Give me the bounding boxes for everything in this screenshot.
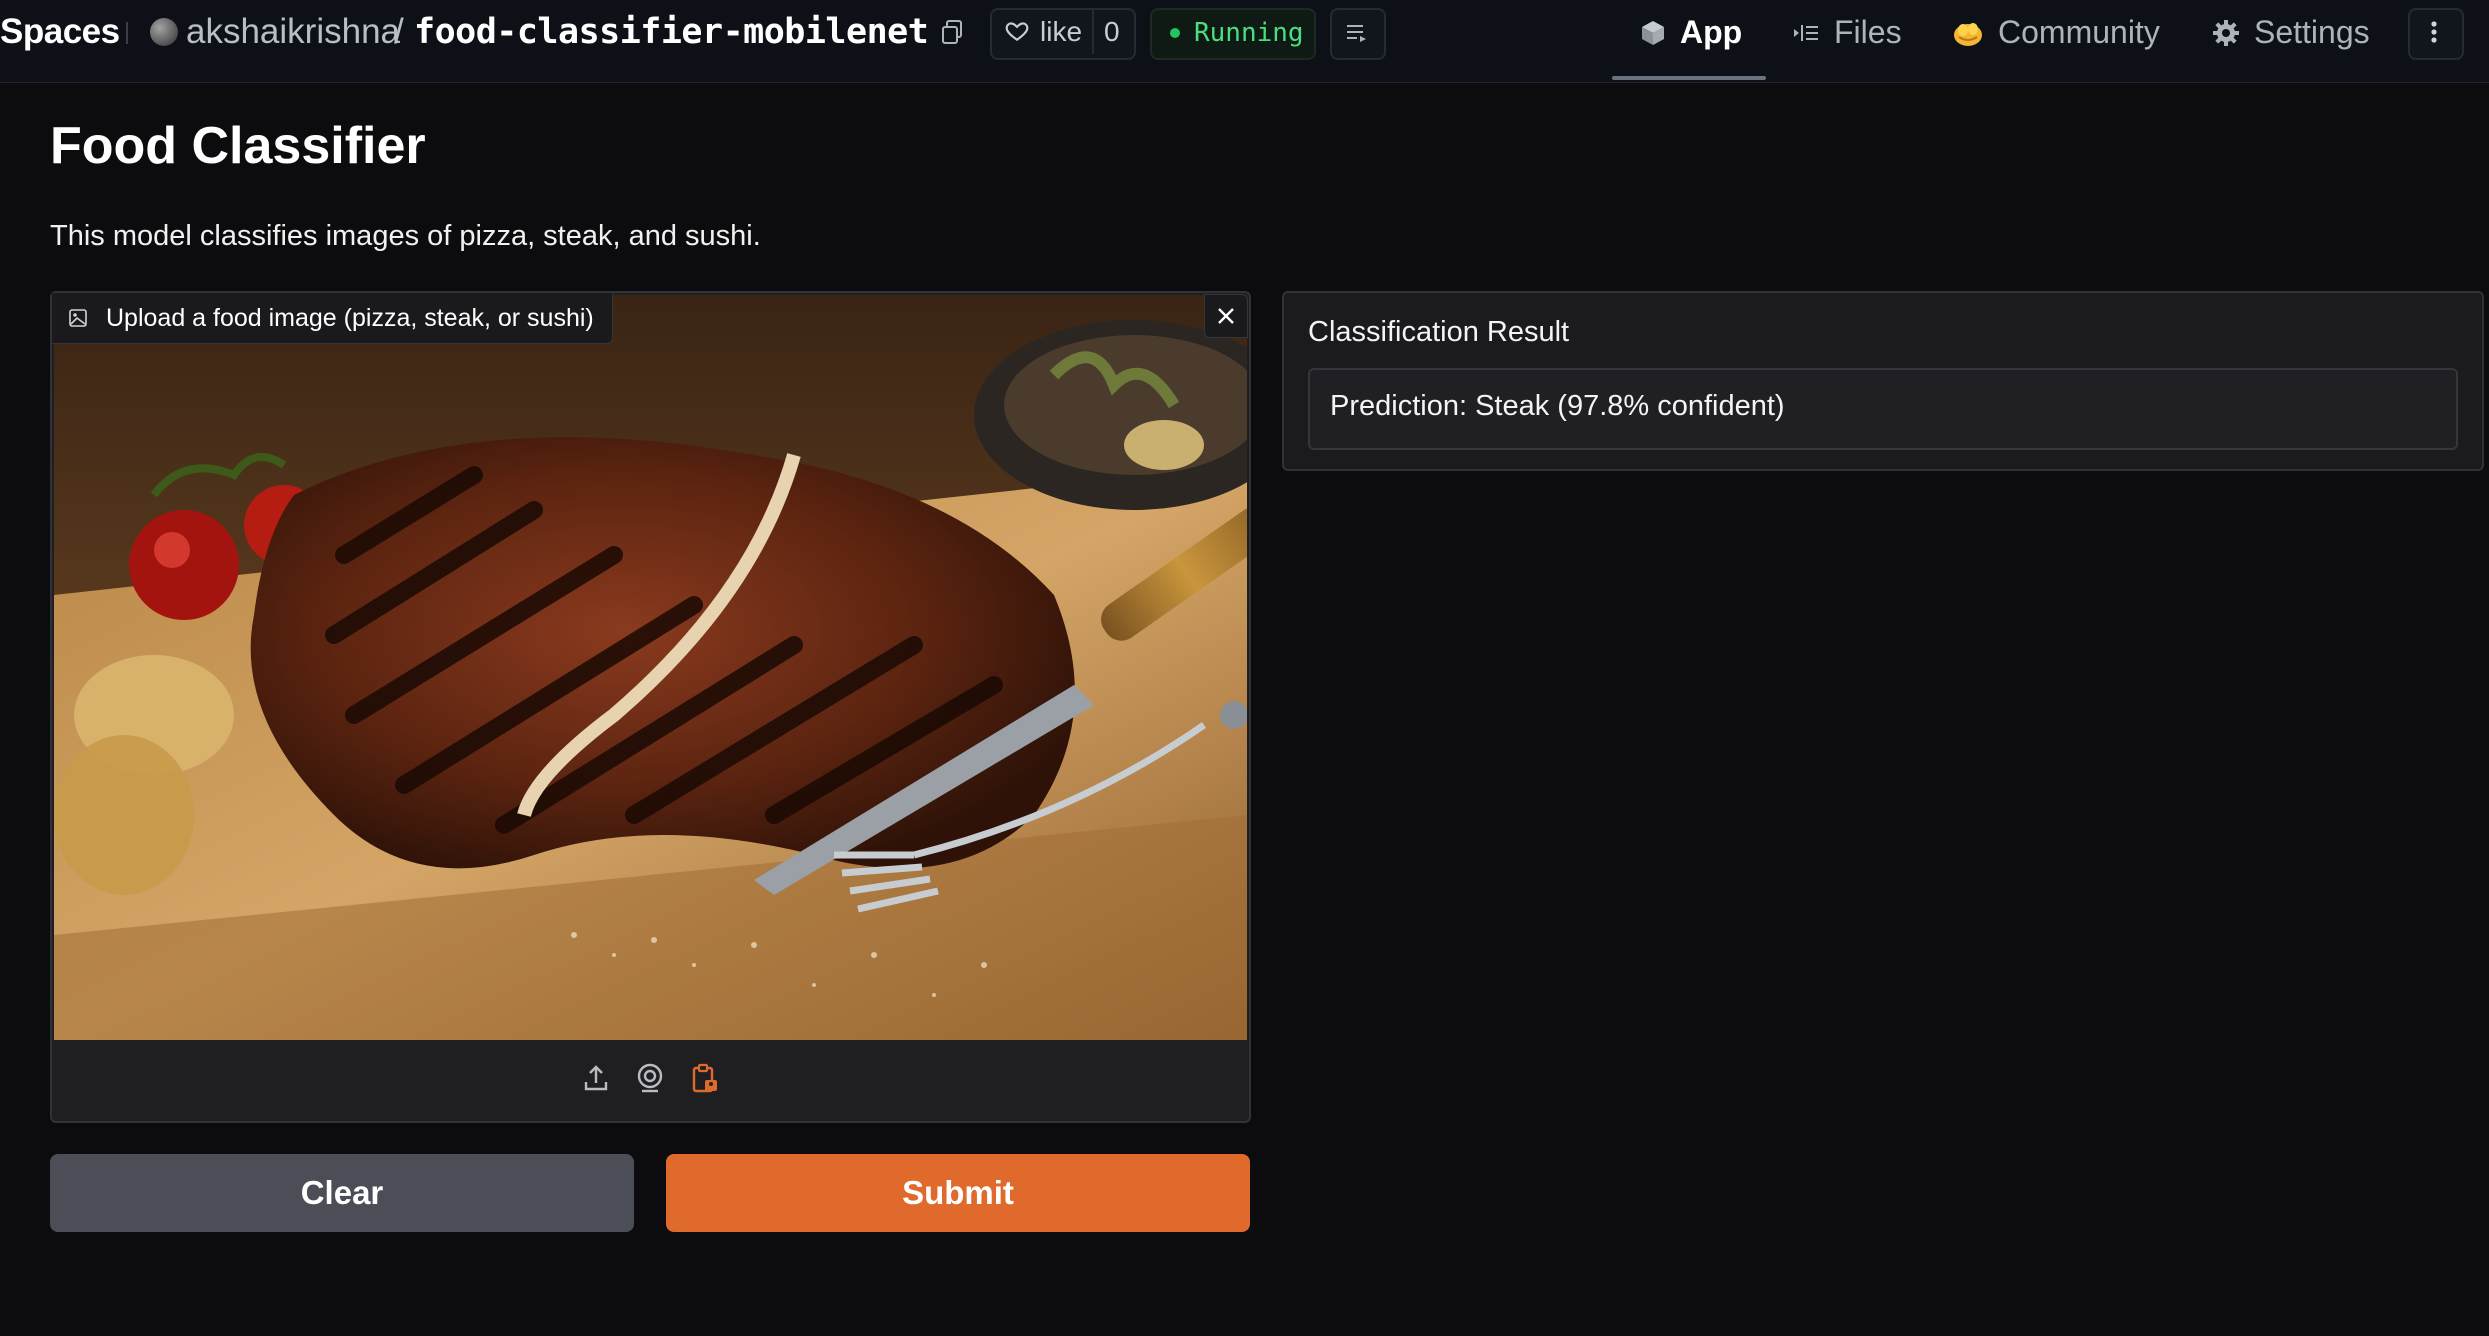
- remove-image-button[interactable]: [1204, 294, 1248, 338]
- community-icon: [1954, 22, 1982, 46]
- owner-avatar[interactable]: [150, 18, 178, 46]
- clipboard-icon[interactable]: [688, 1062, 720, 1094]
- cube-icon: [1642, 20, 1664, 45]
- active-tab-indicator: [1612, 76, 1766, 80]
- image-input-label: Upload a food image (pizza, steak, or su…: [52, 293, 613, 344]
- path-separator: /: [394, 12, 404, 51]
- image-icon: [69, 309, 87, 327]
- page-description: This model classifies images of pizza, s…: [50, 220, 761, 252]
- logs-icon: [1347, 25, 1366, 42]
- divider: [126, 22, 128, 44]
- image-input-label-text: Upload a food image (pizza, steak, or su…: [106, 303, 594, 332]
- divider: [1092, 10, 1094, 54]
- tab-files[interactable]: Files: [1792, 14, 1902, 51]
- image-input-panel[interactable]: [50, 291, 1251, 1123]
- tab-app[interactable]: App: [1640, 14, 1742, 51]
- gear-icon: [2213, 19, 2239, 46]
- webcam-icon[interactable]: [634, 1062, 666, 1094]
- copy-icon[interactable]: [940, 18, 966, 48]
- files-icon: [1794, 24, 1818, 41]
- page-title: Food Classifier: [50, 117, 426, 175]
- close-icon: [1218, 308, 1234, 324]
- tab-files-label: Files: [1834, 14, 1902, 50]
- more-options-button[interactable]: [2408, 8, 2464, 60]
- image-source-toolbar: [580, 1062, 720, 1094]
- upload-icon[interactable]: [580, 1062, 612, 1094]
- result-value: Prediction: Steak (97.8% confident): [1330, 390, 1785, 422]
- uploaded-food-image: [54, 295, 1247, 1040]
- kebab-menu-icon: [2431, 21, 2437, 43]
- clear-button[interactable]: Clear: [50, 1154, 634, 1232]
- heart-icon: [1005, 22, 1029, 41]
- status-label: Running: [1194, 18, 1304, 48]
- owner-link[interactable]: akshaikrishna: [186, 12, 400, 52]
- space-name-link[interactable]: food-classifier-mobilenet: [414, 12, 929, 52]
- tab-app-label: App: [1680, 14, 1743, 50]
- logs-button[interactable]: [1330, 8, 1386, 60]
- status-dot: [1170, 28, 1180, 38]
- tab-settings-label: Settings: [2254, 14, 2370, 50]
- result-label: Classification Result: [1308, 316, 1570, 348]
- tab-community[interactable]: Community: [1952, 14, 2160, 51]
- submit-button[interactable]: Submit: [666, 1154, 1250, 1232]
- like-label: like: [1040, 16, 1083, 47]
- like-count[interactable]: 0: [1104, 16, 1120, 48]
- spaces-logo-text[interactable]: Spaces: [0, 12, 120, 52]
- tab-community-label: Community: [1998, 14, 2160, 50]
- tab-settings[interactable]: Settings: [2212, 14, 2370, 51]
